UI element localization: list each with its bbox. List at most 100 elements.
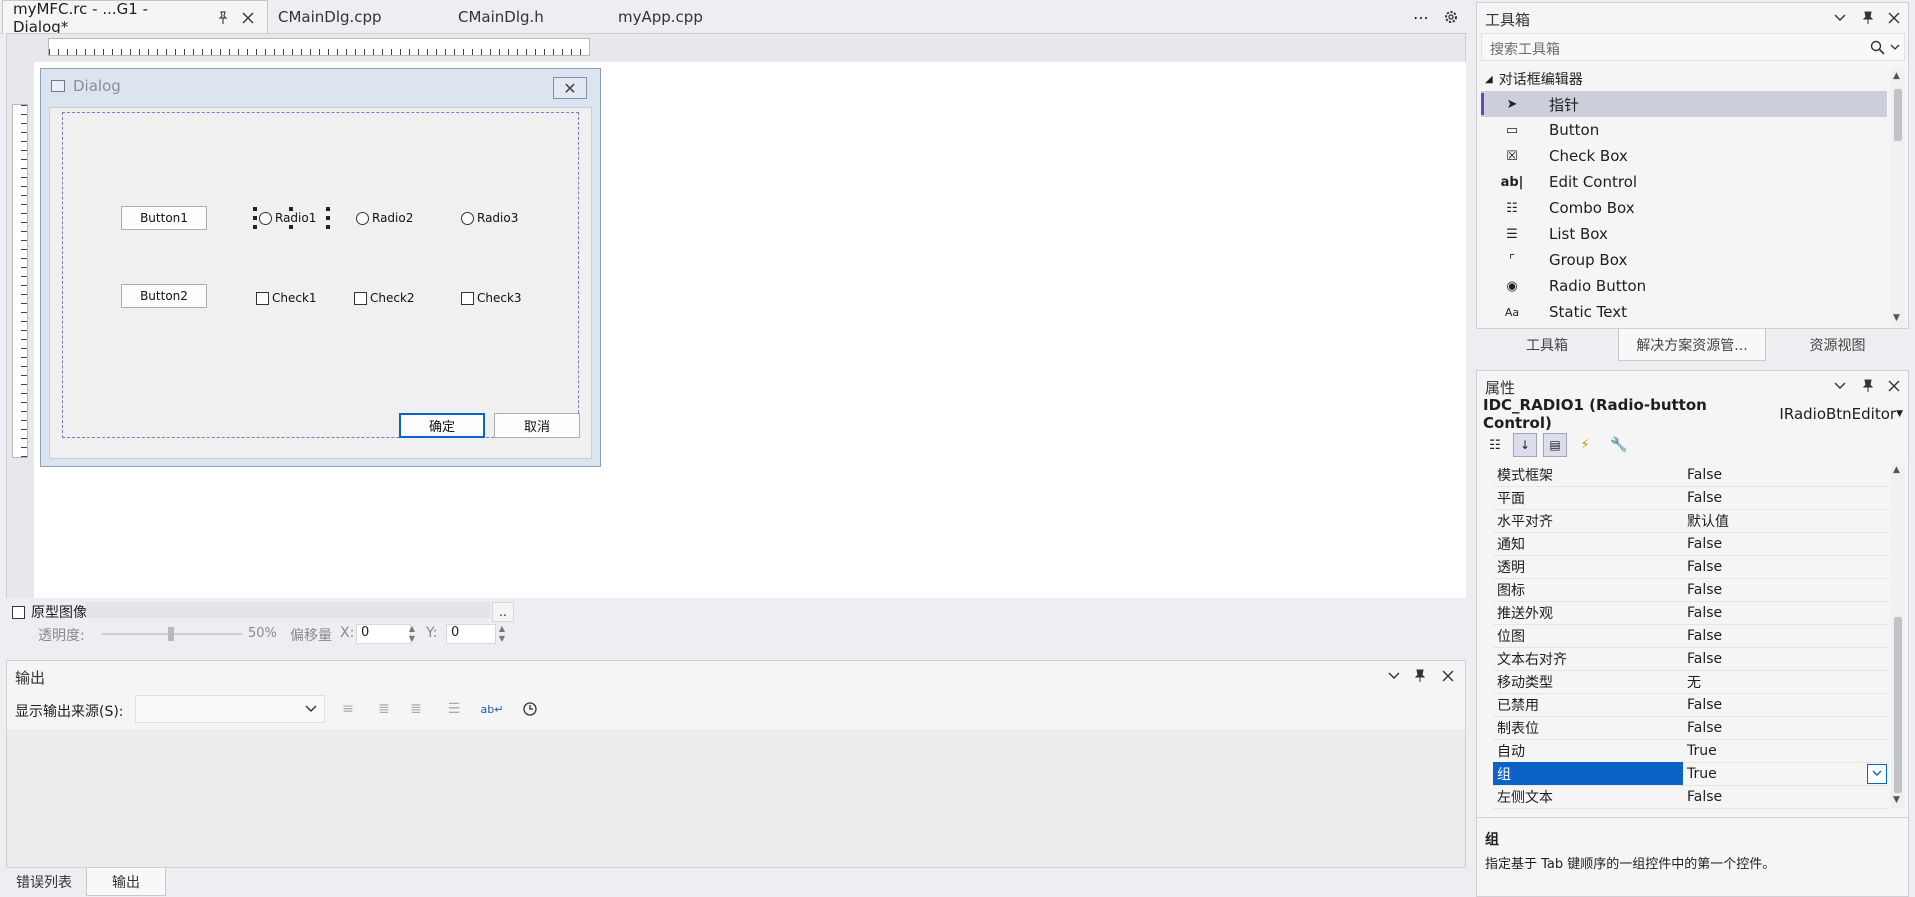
output-source-select[interactable] <box>135 695 325 723</box>
clock-icon[interactable] <box>519 698 541 720</box>
clear-all-icon[interactable]: ☰ <box>443 698 465 720</box>
selection-handle[interactable] <box>253 207 257 211</box>
dialog-button1[interactable]: Button1 <box>121 206 207 230</box>
categorized-icon[interactable]: ☷ <box>1483 433 1507 457</box>
chevron-down-icon[interactable]: ▼ <box>1896 409 1903 419</box>
chevron-down-icon[interactable] <box>1831 9 1849 27</box>
collapse-triangle-icon[interactable]: ◢ <box>1485 74 1493 85</box>
toolbox-item-radio-button[interactable]: ◉ Radio Button <box>1481 273 1887 299</box>
close-tab-icon[interactable] <box>240 9 257 27</box>
offset-x-spinner-icon[interactable]: ▲ ▼ <box>406 624 418 644</box>
property-row[interactable]: 文本右对齐 False <box>1493 647 1889 671</box>
property-row[interactable]: 位图 False <box>1493 624 1889 648</box>
property-pages-wrench-icon[interactable]: 🔧 <box>1607 433 1631 457</box>
tab-cmaindlg-h[interactable]: CMainDlg.h <box>448 0 608 33</box>
chevron-down-icon[interactable] <box>304 702 318 716</box>
toolbox-search-box[interactable]: 搜索工具箱 <box>1481 33 1905 61</box>
scroll-down-icon[interactable]: ▼ <box>1893 795 1900 805</box>
search-icon[interactable] <box>1868 38 1886 56</box>
dialog-check1[interactable]: Check1 <box>256 289 317 307</box>
toolbox-item-pointer[interactable]: ➤ 指针 <box>1481 91 1887 117</box>
toolbox-item-check-box[interactable]: ☒ Check Box <box>1481 143 1887 169</box>
offset-y-spinner-icon[interactable]: ▲ ▼ <box>496 624 508 644</box>
dialog-radio2[interactable]: Radio2 <box>356 209 413 227</box>
chevron-down-icon[interactable] <box>1385 667 1403 685</box>
toolbox-item-static-text[interactable]: Aa Static Text <box>1481 299 1887 325</box>
toolbox-scroll-thumb[interactable] <box>1894 89 1902 141</box>
tab-overflow-icon[interactable]: ⋯ <box>1410 6 1432 28</box>
prototype-checkbox-icon[interactable] <box>12 605 25 619</box>
output-text-area[interactable] <box>7 729 1465 867</box>
prototype-image-toggle[interactable]: 原型图像: <box>12 602 92 622</box>
toolbox-item-edit-control[interactable]: ab| Edit Control <box>1481 169 1887 195</box>
property-object-selector[interactable]: IDC_RADIO1 (Radio-button Control) IRadio… <box>1483 396 1903 432</box>
opacity-slider[interactable] <box>102 627 242 641</box>
property-row[interactable]: 通知 False <box>1493 532 1889 556</box>
property-row[interactable]: 平面 False <box>1493 486 1889 510</box>
properties-icon[interactable]: ▤ <box>1543 433 1567 457</box>
selection-handle[interactable] <box>326 207 330 211</box>
toolbox-item-group-box[interactable]: ⌜ Group Box <box>1481 247 1887 273</box>
chevron-down-icon[interactable] <box>1888 38 1902 56</box>
tab-resource-view[interactable]: 资源视图 <box>1766 329 1909 361</box>
chevron-down-icon[interactable] <box>1831 377 1849 395</box>
next-message-icon[interactable]: ≣ <box>405 698 427 720</box>
dialog-window-preview[interactable]: Dialog ✕ Button1 Button2 Radio1 Radio2 R… <box>40 68 601 467</box>
previous-message-icon[interactable]: ≣ <box>373 698 395 720</box>
dialog-button2[interactable]: Button2 <box>121 284 207 308</box>
selection-handle[interactable] <box>253 216 257 220</box>
pin-icon[interactable] <box>1859 377 1877 395</box>
offset-y-input[interactable]: 0 <box>446 624 496 644</box>
find-message-icon[interactable]: ≡ <box>337 698 359 720</box>
property-row[interactable]: 已禁用 False <box>1493 693 1889 717</box>
word-wrap-icon[interactable]: ab↵ <box>481 698 504 720</box>
dialog-check3[interactable]: Check3 <box>461 289 522 307</box>
tab-solution-explorer[interactable]: 解决方案资源管... <box>1618 329 1766 361</box>
tab-mymfc-rc-dialog[interactable]: myMFC.rc - ...G1 - Dialog* <box>2 0 268 36</box>
tab-output[interactable]: 输出 <box>86 868 166 896</box>
dialog-close-icon[interactable]: ✕ <box>553 77 587 99</box>
close-icon[interactable] <box>1885 9 1903 27</box>
selection-handle[interactable] <box>253 225 257 229</box>
scroll-down-icon[interactable]: ▼ <box>1893 313 1900 323</box>
property-row-selected[interactable]: 组 True <box>1493 762 1889 786</box>
tab-cmaindlg-cpp[interactable]: CMainDlg.cpp <box>268 0 448 33</box>
property-row[interactable]: 图标 False <box>1493 578 1889 602</box>
toolbox-item-button[interactable]: ▭ Button <box>1481 117 1887 143</box>
alphabetical-icon[interactable]: ↓ <box>1513 433 1537 457</box>
property-row[interactable]: 制表位 False <box>1493 716 1889 740</box>
pin-icon[interactable] <box>1411 667 1429 685</box>
close-icon[interactable] <box>1885 377 1903 395</box>
offset-x-input[interactable]: 0 <box>356 624 411 644</box>
events-lightning-icon[interactable]: ⚡ <box>1573 433 1597 457</box>
scroll-up-icon[interactable]: ▲ <box>1893 465 1900 475</box>
toolbox-scrollbar[interactable]: ▲ ▼ <box>1891 69 1905 327</box>
browse-button[interactable]: .. <box>492 602 514 622</box>
dialog-client-area[interactable]: Button1 Button2 Radio1 Radio2 Radio3 Che… <box>49 107 592 459</box>
property-row[interactable]: 模式框架 False <box>1493 463 1889 487</box>
pin-icon[interactable] <box>214 9 231 27</box>
toolbox-item-list-box[interactable]: ☰ List Box <box>1481 221 1887 247</box>
property-row[interactable]: 透明 False <box>1493 555 1889 579</box>
toolbox-group-dialog-editor[interactable]: ◢ 对话框编辑器 <box>1485 69 1583 89</box>
property-row[interactable]: 水平对齐 默认值 <box>1493 509 1889 533</box>
dialog-check2[interactable]: Check2 <box>354 289 415 307</box>
pin-icon[interactable] <box>1859 9 1877 27</box>
dialog-ok-button[interactable]: 确定 <box>399 413 485 438</box>
selection-handle[interactable] <box>326 216 330 220</box>
property-row[interactable]: 左侧文本 False <box>1493 785 1889 809</box>
tab-toolbox[interactable]: 工具箱 <box>1476 329 1618 361</box>
tab-error-list[interactable]: 错误列表 <box>6 868 82 896</box>
dialog-cancel-button[interactable]: 取消 <box>494 413 580 438</box>
property-row[interactable]: 移动类型 无 <box>1493 670 1889 694</box>
toolbox-item-combo-box[interactable]: ☷ Combo Box <box>1481 195 1887 221</box>
dialog-radio3[interactable]: Radio3 <box>461 209 518 227</box>
close-icon[interactable] <box>1439 667 1457 685</box>
property-value[interactable]: True <box>1683 766 1867 782</box>
tab-myapp-cpp[interactable]: myApp.cpp <box>608 0 778 33</box>
selection-handle[interactable] <box>326 225 330 229</box>
property-row[interactable]: 推送外观 False <box>1493 601 1889 625</box>
properties-scrollbar[interactable]: ▲ ▼ <box>1891 463 1905 809</box>
properties-scroll-thumb[interactable] <box>1894 617 1902 793</box>
settings-gear-icon[interactable] <box>1440 6 1462 28</box>
